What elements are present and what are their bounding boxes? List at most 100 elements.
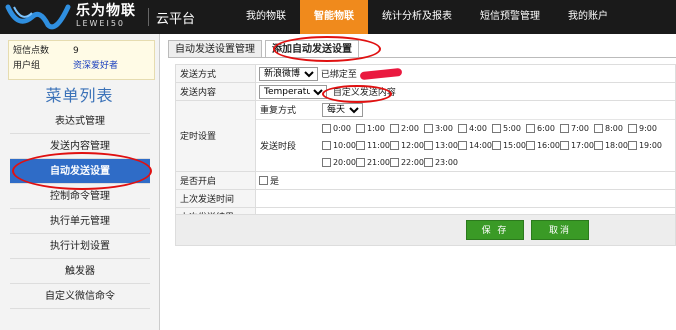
checkbox-icon: [526, 123, 535, 133]
hour-checkbox[interactable]: 5:00: [492, 120, 526, 137]
checkbox-icon: [390, 123, 399, 133]
send-method-select[interactable]: 新浪微博: [259, 66, 318, 81]
hour-label: 16:00: [536, 140, 560, 150]
hour-checkbox[interactable]: 19:00: [628, 137, 662, 154]
menu-item-auto-send[interactable]: 自动发送设置: [10, 159, 150, 184]
repeat-select[interactable]: 每天: [322, 102, 363, 117]
user-group-label: 用户组: [13, 61, 41, 71]
menu-item-trigger[interactable]: 触发器: [10, 259, 150, 284]
hour-checkbox[interactable]: 12:00: [390, 137, 424, 154]
main-nav: 我的物联 智能物联 统计分析及报表 短信预警管理 我的账户: [232, 0, 622, 34]
hour-label: 14:00: [468, 140, 492, 150]
timing-table: 重复方式 每天 发送时段 0:00 1:00 2:00 3:00 4:00 5:00 6:0…: [256, 101, 675, 171]
nav-smart-iot[interactable]: 智能物联: [300, 0, 368, 34]
hour-checkbox[interactable]: 20:00: [322, 154, 356, 171]
hour-checkbox[interactable]: 2:00: [390, 120, 424, 137]
send-content-select[interactable]: Temperature: [259, 84, 327, 99]
hour-checkbox[interactable]: 14:00: [458, 137, 492, 154]
hour-label: 10:00: [332, 140, 356, 150]
hour-label: 13:00: [434, 140, 458, 150]
brand-name: 乐为物联: [76, 3, 136, 19]
nav-sms-alert[interactable]: 短信预警管理: [466, 0, 554, 34]
hour-checkbox[interactable]: 10:00: [322, 137, 356, 154]
checkbox-icon: [628, 140, 637, 150]
checkbox-icon: [356, 140, 365, 150]
header-divider: [148, 8, 149, 26]
hour-checkbox[interactable]: 0:00: [322, 120, 356, 137]
checkbox-icon: [356, 157, 365, 167]
hour-label: 11:00: [366, 140, 390, 150]
hour-label: 9:00: [639, 123, 657, 133]
menu-item-control-command[interactable]: 控制命令管理: [10, 184, 150, 209]
hour-checkbox[interactable]: 11:00: [356, 137, 390, 154]
checkbox-icon: [322, 140, 331, 150]
auto-send-form: 发送方式 新浪微博 已绑定至 发送内容 Temperature 自定义发送内容 …: [175, 64, 676, 226]
sms-points-value: 9: [73, 46, 79, 56]
hour-checkbox[interactable]: 17:00: [560, 137, 594, 154]
hour-checkbox[interactable]: 9:00: [628, 120, 662, 137]
save-button[interactable]: 保 存: [466, 220, 524, 240]
custom-content-link[interactable]: 自定义发送内容: [333, 85, 396, 98]
checkbox-icon: [526, 140, 535, 150]
hour-checkbox[interactable]: 22:00: [390, 154, 424, 171]
checkbox-icon: [492, 140, 501, 150]
checkbox-icon: [458, 123, 467, 133]
last-time-value: [255, 188, 676, 208]
repeat-label: 重复方式: [256, 101, 322, 120]
checkbox-icon: [492, 123, 501, 133]
menu-item-expression[interactable]: 表达式管理: [10, 109, 150, 134]
lewei-logo-icon: [5, 4, 71, 30]
menu-item-execution-unit[interactable]: 执行单元管理: [10, 209, 150, 234]
hour-label: 23:00: [434, 157, 458, 167]
menu-item-wechat-command[interactable]: 自定义微信命令: [10, 284, 150, 309]
checkbox-icon: [594, 123, 603, 133]
checkbox-icon: [560, 123, 569, 133]
hour-checkbox[interactable]: 15:00: [492, 137, 526, 154]
nav-statistics-reports[interactable]: 统计分析及报表: [368, 0, 466, 34]
hour-checkbox[interactable]: 4:00: [458, 120, 492, 137]
user-info-box: 短信点数 9 用户组 资深爱好者: [8, 40, 155, 80]
hour-checkbox[interactable]: 8:00: [594, 120, 628, 137]
nav-my-iot[interactable]: 我的物联: [232, 0, 300, 34]
enabled-checkbox[interactable]: 是: [259, 172, 675, 189]
enabled-option: 是: [270, 176, 280, 187]
hour-checkbox[interactable]: 16:00: [526, 137, 560, 154]
hour-checkboxes: 0:00 1:00 2:00 3:00 4:00 5:00 6:00 7:00 8:00 9:00…: [322, 120, 667, 171]
tab-underline: [168, 57, 676, 58]
checkbox-icon: [424, 157, 433, 167]
bound-text: 已绑定至: [320, 70, 357, 80]
hour-checkbox[interactable]: 7:00: [560, 120, 594, 137]
period-label: 发送时段: [260, 141, 297, 152]
hour-checkbox[interactable]: 18:00: [594, 137, 628, 154]
send-method-label: 发送方式: [175, 64, 256, 83]
platform-title: 云平台: [156, 12, 196, 27]
hour-checkbox[interactable]: 1:00: [356, 120, 390, 137]
tab-auto-send-manage[interactable]: 自动发送设置管理: [168, 40, 262, 58]
checkbox-icon: [390, 157, 399, 167]
checkbox-icon: [560, 140, 569, 150]
hour-label: 18:00: [604, 140, 628, 150]
checkbox-icon: [424, 140, 433, 150]
brand-english: LEWEI50: [76, 19, 126, 28]
cancel-button[interactable]: 取消: [531, 220, 589, 240]
user-group-link[interactable]: 资深爱好者: [73, 59, 118, 74]
hour-label: 22:00: [400, 157, 424, 167]
checkbox-icon: [356, 123, 365, 133]
hour-checkbox[interactable]: 3:00: [424, 120, 458, 137]
checkbox-icon: [259, 175, 268, 185]
hour-label: 4:00: [469, 123, 487, 133]
hour-checkbox[interactable]: 13:00: [424, 137, 458, 154]
menu-item-send-content[interactable]: 发送内容管理: [10, 134, 150, 159]
hour-label: 15:00: [502, 140, 526, 150]
menu-item-execution-plan[interactable]: 执行计划设置: [10, 234, 150, 259]
hour-checkbox[interactable]: 21:00: [356, 154, 390, 171]
hour-checkbox[interactable]: 23:00: [424, 154, 458, 171]
hour-label: 1:00: [367, 123, 385, 133]
hour-label: 19:00: [638, 140, 662, 150]
tab-add-auto-send[interactable]: 添加自动发送设置: [265, 40, 359, 58]
redacted-mark: [359, 67, 403, 80]
last-time-label: 上次发送时间: [175, 188, 256, 208]
hour-checkbox[interactable]: 6:00: [526, 120, 560, 137]
top-header: 乐为物联 LEWEI50 云平台 我的物联 智能物联 统计分析及报表 短信预警管…: [0, 0, 676, 34]
nav-my-account[interactable]: 我的账户: [554, 0, 622, 34]
